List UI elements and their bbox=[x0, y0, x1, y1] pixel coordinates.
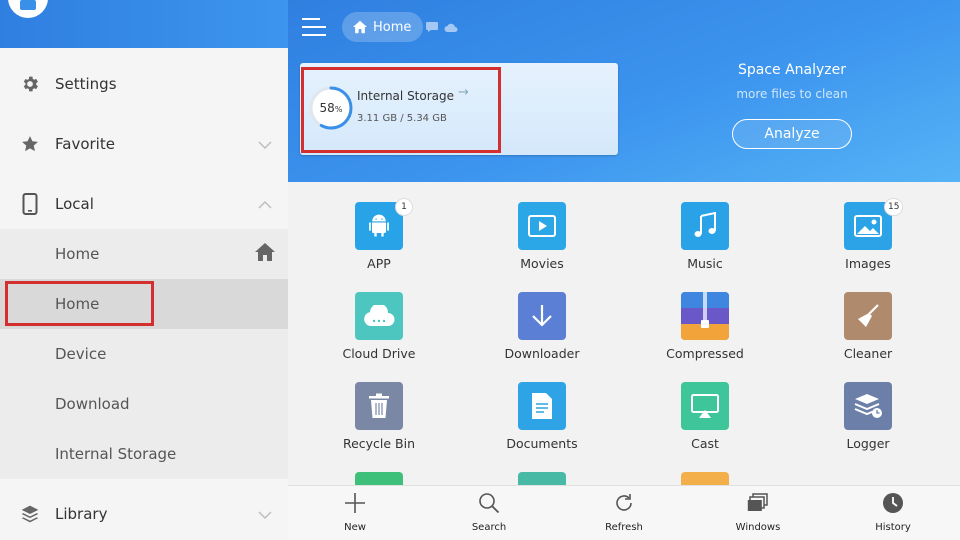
button-label: Search bbox=[471, 522, 507, 533]
tile-app[interactable]: 1 APP bbox=[319, 182, 439, 272]
refresh-icon bbox=[613, 492, 635, 514]
badge: 15 bbox=[884, 198, 904, 216]
gear-icon bbox=[20, 74, 40, 94]
video-icon bbox=[518, 202, 566, 250]
avatar[interactable] bbox=[8, 0, 48, 18]
tile-cast[interactable]: Cast bbox=[645, 362, 765, 452]
tile-icon-partial bbox=[518, 472, 566, 485]
home-icon[interactable] bbox=[254, 242, 276, 266]
tile-downloader[interactable]: Downloader bbox=[482, 272, 602, 362]
cloud-icon[interactable] bbox=[444, 22, 458, 32]
tile-movies[interactable]: Movies bbox=[482, 182, 602, 272]
plus-icon bbox=[344, 492, 366, 514]
cast-icon bbox=[681, 382, 729, 430]
tile-partial-2[interactable] bbox=[482, 452, 602, 485]
tile-logger[interactable]: Logger bbox=[808, 362, 928, 452]
tile-compressed[interactable]: Compressed bbox=[645, 272, 765, 362]
sidebar-subitem-device[interactable]: Device bbox=[0, 329, 288, 379]
music-icon bbox=[681, 202, 729, 250]
new-button[interactable]: New bbox=[310, 486, 400, 540]
main-panel: Home 58% Internal Storage → 3.11 GB / 5.… bbox=[288, 0, 960, 540]
sidebar-item-label: Favorite bbox=[55, 135, 115, 153]
home-icon bbox=[353, 20, 367, 34]
tile-cloud-drive[interactable]: Cloud Drive bbox=[319, 272, 439, 362]
chevron-down-icon[interactable] bbox=[258, 135, 272, 153]
sidebar-item-settings[interactable]: Settings bbox=[0, 54, 288, 114]
document-icon bbox=[518, 382, 566, 430]
sidebar-item-library[interactable]: Library bbox=[0, 484, 288, 540]
chevron-down-icon[interactable] bbox=[258, 505, 272, 523]
sidebar-subitem-label: Download bbox=[55, 395, 130, 413]
sidebar: Settings Favorite Local Home Home Device… bbox=[0, 0, 288, 540]
tile-label: Cleaner bbox=[843, 346, 893, 361]
sidebar-subitem-label: Device bbox=[55, 345, 107, 363]
clock-icon bbox=[882, 492, 904, 514]
tile-label: Logger bbox=[846, 436, 890, 451]
sidebar-subitem-download[interactable]: Download bbox=[0, 379, 288, 429]
tile-icon-partial bbox=[681, 472, 729, 485]
chevron-up-icon[interactable] bbox=[258, 195, 272, 213]
sidebar-subitem-label: Internal Storage bbox=[55, 445, 177, 463]
highlight-box-storage bbox=[301, 67, 501, 153]
space-analyzer-title: Space Analyzer bbox=[737, 62, 847, 78]
top-banner: Home 58% Internal Storage → 3.11 GB / 5.… bbox=[288, 0, 960, 182]
tile-label: Cloud Drive bbox=[342, 346, 416, 361]
refresh-button[interactable]: Refresh bbox=[579, 486, 669, 540]
history-button[interactable]: History bbox=[848, 486, 938, 540]
sidebar-item-label: Library bbox=[55, 505, 108, 523]
tile-label: Compressed bbox=[666, 346, 744, 361]
button-label: New bbox=[344, 522, 366, 533]
tile-label: Images bbox=[845, 256, 891, 271]
menu-icon[interactable] bbox=[302, 16, 328, 38]
sidebar-item-favorite[interactable]: Favorite bbox=[0, 114, 288, 174]
tile-music[interactable]: Music bbox=[645, 182, 765, 272]
tile-label: Cast bbox=[691, 436, 719, 451]
button-label: Windows bbox=[735, 522, 781, 533]
zip-icon bbox=[681, 292, 729, 340]
tile-label: Music bbox=[687, 256, 723, 271]
category-grid: 1 APP Movies Music 15 Images Cloud Drive… bbox=[288, 182, 960, 485]
tile-images[interactable]: 15 Images bbox=[808, 182, 928, 272]
sidebar-subitem-label: Home bbox=[55, 245, 100, 263]
highlight-box-sidebar-home bbox=[5, 281, 154, 326]
windows-button[interactable]: Windows bbox=[713, 486, 803, 540]
sidebar-item-label: Local bbox=[55, 195, 94, 213]
tile-label: APP bbox=[367, 256, 391, 271]
sidebar-item-label: Settings bbox=[55, 75, 117, 93]
search-button[interactable]: Search bbox=[444, 486, 534, 540]
button-label: History bbox=[875, 522, 911, 533]
tile-label: Downloader bbox=[504, 346, 580, 361]
tile-label: Documents bbox=[506, 436, 578, 451]
tile-cleaner[interactable]: Cleaner bbox=[808, 272, 928, 362]
sidebar-subitem-internal-storage[interactable]: Internal Storage bbox=[0, 429, 288, 479]
analyze-button[interactable]: Analyze bbox=[732, 119, 852, 149]
chat-icon[interactable] bbox=[426, 22, 438, 32]
tile-icon-partial bbox=[355, 472, 403, 485]
logger-icon bbox=[844, 382, 892, 430]
tile-label: Movies bbox=[520, 256, 564, 271]
cloud-icon bbox=[355, 292, 403, 340]
sidebar-item-local[interactable]: Local bbox=[0, 174, 288, 234]
sidebar-header bbox=[0, 0, 288, 48]
button-label: Refresh bbox=[605, 522, 643, 533]
broom-icon bbox=[844, 292, 892, 340]
star-icon bbox=[20, 134, 40, 154]
windows-icon bbox=[747, 492, 769, 514]
breadcrumb-label: Home bbox=[373, 19, 412, 35]
search-icon bbox=[478, 492, 500, 514]
tile-label: Recycle Bin bbox=[342, 436, 416, 451]
tile-recycle-bin[interactable]: Recycle Bin bbox=[319, 362, 439, 452]
tile-documents[interactable]: Documents bbox=[482, 362, 602, 452]
sidebar-subitem-home[interactable]: Home bbox=[0, 229, 288, 279]
badge: 1 bbox=[395, 198, 413, 216]
layers-icon bbox=[20, 504, 40, 524]
trash-icon bbox=[355, 382, 403, 430]
bottom-toolbar: New Search Refresh Windows History bbox=[288, 485, 960, 540]
download-icon bbox=[518, 292, 566, 340]
phone-icon bbox=[20, 193, 40, 215]
breadcrumb[interactable]: Home bbox=[342, 12, 424, 42]
space-analyzer-subtitle: more files to clean bbox=[736, 87, 848, 101]
tile-partial-1[interactable] bbox=[319, 452, 439, 485]
tile-partial-3[interactable] bbox=[645, 452, 765, 485]
